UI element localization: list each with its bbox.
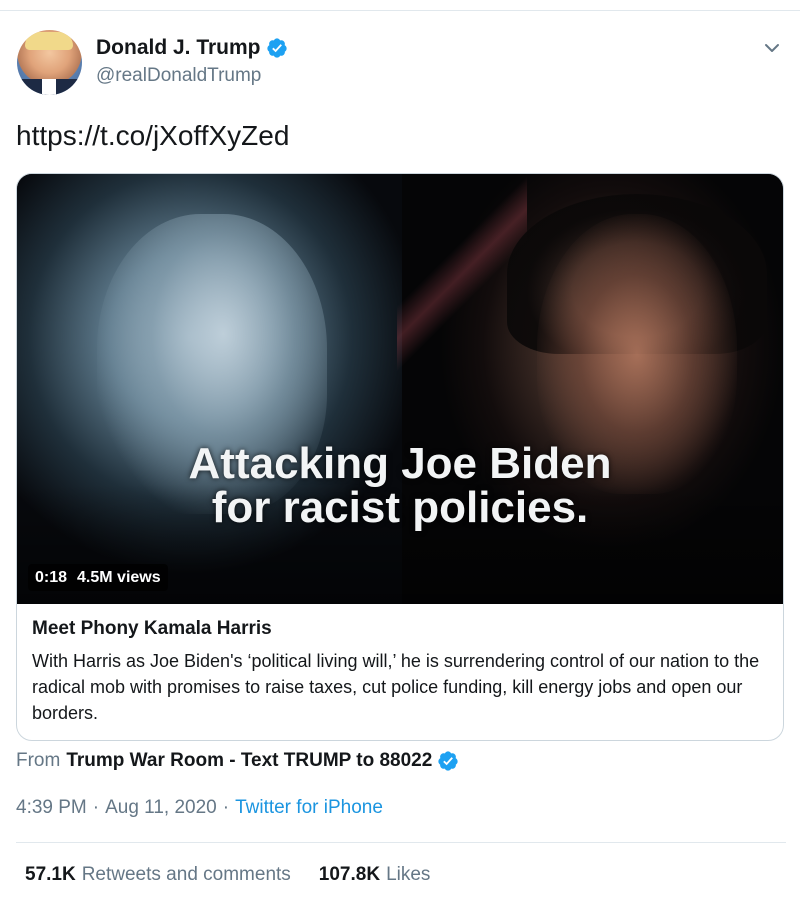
source-from-label: From [16,750,61,771]
chevron-down-icon[interactable] [762,38,782,58]
card-description: With Harris as Joe Biden's ‘political li… [32,651,760,723]
likes-count: 107.8K [318,864,381,885]
verified-badge-icon [437,750,459,772]
tweet-meta: 4:39 PM · Aug 11, 2020 · Twitter for iPh… [16,797,383,819]
tweet-link[interactable]: https://t.co/jXoffXyZed [16,120,289,152]
tweet-stats: 57.1K Retweets and comments 107.8K Likes [25,864,458,886]
avatar[interactable] [17,30,82,95]
video-headline: Attacking Joe Biden for racist policies. [17,442,783,530]
stats-divider [16,842,786,843]
author-name-row[interactable]: Donald J. Trump [96,36,288,60]
source-row[interactable]: From Trump War Room - Text TRUMP to 8802… [16,750,459,772]
video-duration: 0:18 [35,568,68,586]
media-card[interactable]: Attacking Joe Biden for racist policies.… [16,173,784,741]
video-headline-line1: Attacking Joe Biden [188,439,612,488]
card-title[interactable]: Meet Phony Kamala Harris [32,618,768,640]
tweet-time[interactable]: 4:39 PM [16,797,87,819]
meta-separator: · [92,797,100,818]
top-divider [0,0,800,11]
avatar-hair [25,32,73,50]
verified-badge-icon [266,37,288,59]
likes-stat[interactable]: 107.8K Likes [319,864,431,886]
video-views: 4.5M views [77,568,161,586]
avatar-shirt [42,79,56,95]
source-name[interactable]: Trump War Room - Text TRUMP to 88022 [66,750,432,772]
retweets-count: 57.1K [25,864,76,885]
meta-separator: · [222,797,230,818]
likes-label: Likes [386,864,431,885]
video-headline-line2: for racist policies. [211,483,589,532]
video-player[interactable]: Attacking Joe Biden for racist policies.… [17,174,783,604]
retweets-stat[interactable]: 57.1K Retweets and comments [25,864,291,886]
card-body[interactable]: Meet Phony Kamala Harris With Harris as … [17,604,783,726]
author-display-name[interactable]: Donald J. Trump [96,36,261,60]
video-stats-badge: 0:18 4.5M views [28,564,168,591]
tweet-client-link[interactable]: Twitter for iPhone [235,797,383,819]
tweet-date[interactable]: Aug 11, 2020 [105,797,217,819]
retweets-label: Retweets and comments [81,864,291,885]
author-handle[interactable]: @realDonaldTrump [96,65,261,87]
